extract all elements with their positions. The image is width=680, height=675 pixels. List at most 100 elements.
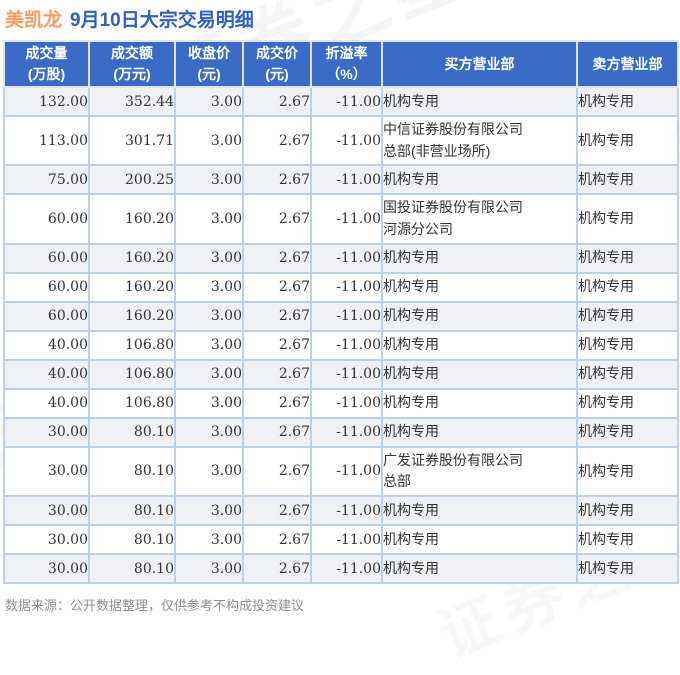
cell-volume: 60.00 (3, 271, 90, 303)
cell-trade-price: 2.67 (242, 495, 312, 527)
cell-close-price: 3.00 (174, 553, 244, 585)
table-row: 30.00 80.10 3.00 2.67 -11.00 广发证券股份有限公司 … (3, 445, 679, 498)
cell-trade-price: 2.67 (242, 193, 312, 245)
cell-amount: 106.80 (88, 387, 176, 419)
cell-close-price: 3.00 (174, 114, 244, 167)
column-header-seller: 卖方营业部 (576, 40, 679, 88)
cell-premium-rate: -11.00 (310, 114, 383, 167)
cell-amount: 80.10 (88, 524, 176, 556)
cell-buyer: 机构专用 (381, 416, 578, 448)
cell-trade-price: 2.67 (242, 445, 312, 498)
cell-volume: 30.00 (3, 553, 90, 585)
cell-trade-price: 2.67 (242, 86, 312, 117)
cell-buyer: 机构专用 (381, 358, 578, 390)
table-row: 30.00 80.10 3.00 2.67 -11.00 机构专用 机构专用 (3, 524, 679, 556)
cell-trade-price: 2.67 (242, 164, 312, 196)
data-source-note: 数据来源：公开数据整理，仅供参考不构成投资建议 (5, 598, 305, 613)
cell-seller: 机构专用 (576, 242, 679, 274)
cell-amount: 352.44 (88, 86, 176, 117)
cell-premium-rate: -11.00 (310, 445, 383, 498)
table-row: 113.00 301.71 3.00 2.67 -11.00 中信证券股份有限公… (3, 114, 679, 167)
cell-seller: 机构专用 (576, 445, 679, 498)
block-trade-table: 成交量 (万股) 成交额 (万元) 收盘价 (元) 成交价 (元) 折溢率 （%… (3, 40, 679, 585)
cell-volume: 30.00 (3, 495, 90, 527)
cell-premium-rate: -11.00 (310, 553, 383, 585)
cell-buyer: 国投证券股份有限公司 河源分公司 (381, 193, 578, 245)
cell-buyer: 机构专用 (381, 387, 578, 419)
cell-close-price: 3.00 (174, 193, 244, 245)
table-row: 60.00 160.20 3.00 2.67 -11.00 机构专用 机构专用 (3, 300, 679, 332)
cell-close-price: 3.00 (174, 445, 244, 498)
cell-amount: 160.20 (88, 242, 176, 274)
cell-amount: 80.10 (88, 416, 176, 448)
cell-premium-rate: -11.00 (310, 387, 383, 419)
cell-volume: 60.00 (3, 242, 90, 274)
cell-trade-price: 2.67 (242, 524, 312, 556)
trade-table-body: 132.00 352.44 3.00 2.67 -11.00 机构专用 机构专用… (3, 86, 679, 585)
cell-close-price: 3.00 (174, 86, 244, 117)
cell-buyer: 机构专用 (381, 495, 578, 527)
cell-amount: 80.10 (88, 495, 176, 527)
cell-trade-price: 2.67 (242, 553, 312, 585)
cell-premium-rate: -11.00 (310, 329, 383, 361)
table-header: 成交量 (万股) 成交额 (万元) 收盘价 (元) 成交价 (元) 折溢率 （%… (3, 40, 679, 88)
table-row: 30.00 80.10 3.00 2.67 -11.00 机构专用 机构专用 (3, 553, 679, 585)
cell-premium-rate: -11.00 (310, 358, 383, 390)
cell-premium-rate: -11.00 (310, 164, 383, 196)
table-row: 60.00 160.20 3.00 2.67 -11.00 国投证券股份有限公司… (3, 193, 679, 245)
cell-premium-rate: -11.00 (310, 524, 383, 556)
cell-seller: 机构专用 (576, 193, 679, 245)
cell-volume: 113.00 (3, 114, 90, 167)
cell-buyer: 机构专用 (381, 271, 578, 303)
cell-trade-price: 2.67 (242, 329, 312, 361)
cell-amount: 200.25 (88, 164, 176, 196)
cell-seller: 机构专用 (576, 358, 679, 390)
cell-premium-rate: -11.00 (310, 300, 383, 332)
column-header-trade-price: 成交价 (元) (242, 40, 312, 88)
stock-name: 美凯龙 (5, 10, 63, 31)
cell-close-price: 3.00 (174, 524, 244, 556)
table-row: 40.00 106.80 3.00 2.67 -11.00 机构专用 机构专用 (3, 387, 679, 419)
cell-volume: 30.00 (3, 416, 90, 448)
cell-amount: 80.10 (88, 553, 176, 585)
cell-amount: 106.80 (88, 329, 176, 361)
cell-premium-rate: -11.00 (310, 416, 383, 448)
cell-volume: 40.00 (3, 387, 90, 419)
cell-trade-price: 2.67 (242, 300, 312, 332)
table-row: 40.00 106.80 3.00 2.67 -11.00 机构专用 机构专用 (3, 358, 679, 390)
cell-seller: 机构专用 (576, 271, 679, 303)
cell-amount: 106.80 (88, 358, 176, 390)
column-header-volume: 成交量 (万股) (3, 40, 90, 88)
cell-volume: 40.00 (3, 329, 90, 361)
cell-close-price: 3.00 (174, 495, 244, 527)
cell-close-price: 3.00 (174, 358, 244, 390)
column-header-buyer: 买方营业部 (381, 40, 578, 88)
cell-buyer: 机构专用 (381, 164, 578, 196)
cell-seller: 机构专用 (576, 164, 679, 196)
table-row: 30.00 80.10 3.00 2.67 -11.00 机构专用 机构专用 (3, 495, 679, 527)
cell-close-price: 3.00 (174, 242, 244, 274)
cell-amount: 160.20 (88, 271, 176, 303)
cell-premium-rate: -11.00 (310, 242, 383, 274)
table-row: 40.00 106.80 3.00 2.67 -11.00 机构专用 机构专用 (3, 329, 679, 361)
cell-buyer: 机构专用 (381, 86, 578, 117)
cell-close-price: 3.00 (174, 300, 244, 332)
cell-premium-rate: -11.00 (310, 86, 383, 117)
table-row: 60.00 160.20 3.00 2.67 -11.00 机构专用 机构专用 (3, 271, 679, 303)
table-row: 30.00 80.10 3.00 2.67 -11.00 机构专用 机构专用 (3, 416, 679, 448)
table-row: 60.00 160.20 3.00 2.67 -11.00 机构专用 机构专用 (3, 242, 679, 274)
cell-buyer: 机构专用 (381, 242, 578, 274)
cell-amount: 301.71 (88, 114, 176, 167)
cell-seller: 机构专用 (576, 86, 679, 117)
table-row: 75.00 200.25 3.00 2.67 -11.00 机构专用 机构专用 (3, 164, 679, 196)
cell-amount: 160.20 (88, 300, 176, 332)
cell-seller: 机构专用 (576, 524, 679, 556)
cell-premium-rate: -11.00 (310, 495, 383, 527)
report-title: 9月10日大宗交易明细 (70, 10, 254, 31)
cell-close-price: 3.00 (174, 387, 244, 419)
cell-trade-price: 2.67 (242, 271, 312, 303)
cell-seller: 机构专用 (576, 416, 679, 448)
cell-trade-price: 2.67 (242, 387, 312, 419)
cell-buyer: 机构专用 (381, 300, 578, 332)
cell-trade-price: 2.67 (242, 358, 312, 390)
